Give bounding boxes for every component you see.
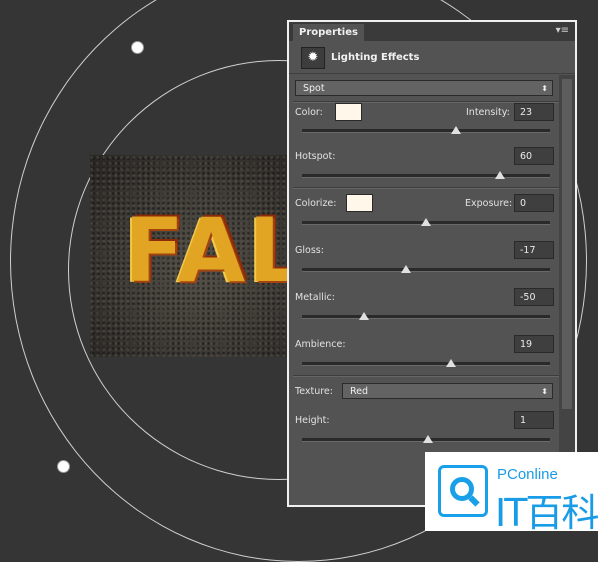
light-handle-top[interactable] bbox=[131, 41, 144, 54]
colorize-swatch[interactable] bbox=[346, 194, 373, 212]
panel-menu-icon[interactable]: ▾≡ bbox=[556, 25, 569, 36]
height-slider-thumb[interactable] bbox=[423, 435, 434, 443]
texture-label: Texture: bbox=[295, 386, 333, 397]
hotspot-slider-thumb[interactable] bbox=[495, 171, 506, 179]
ambience-slider-thumb[interactable] bbox=[445, 359, 456, 367]
panel-title-row: ✹ Lighting Effects bbox=[289, 43, 575, 74]
hotspot-slider[interactable] bbox=[302, 171, 550, 179]
texture-value: Red bbox=[350, 386, 369, 397]
magnifier-handle bbox=[468, 495, 480, 507]
metallic-input[interactable]: -50 bbox=[514, 288, 554, 306]
texture-select[interactable]: Red ⬍ bbox=[342, 383, 553, 399]
exposure-slider-thumb[interactable] bbox=[421, 218, 431, 226]
ambience-slider[interactable] bbox=[302, 359, 550, 367]
metallic-label: Metallic: bbox=[295, 292, 335, 303]
exposure-slider[interactable] bbox=[302, 218, 550, 226]
select-arrow-icon: ⬍ bbox=[541, 387, 548, 396]
scrollbar-thumb[interactable] bbox=[562, 79, 572, 409]
gloss-slider-thumb[interactable] bbox=[401, 265, 412, 273]
panel-body: Spot ⬍ Color: Intensity: 23 Hotspot: 60 … bbox=[289, 75, 559, 505]
light-handle-bottom[interactable] bbox=[57, 460, 70, 473]
intensity-slider-thumb[interactable] bbox=[450, 126, 461, 134]
watermark-brand: PConline bbox=[497, 466, 558, 483]
divider bbox=[293, 187, 559, 189]
properties-panel: Properties ▾≡ ✹ Lighting Effects Spot ⬍ … bbox=[287, 20, 577, 507]
tab-properties[interactable]: Properties bbox=[293, 24, 364, 41]
gloss-label: Gloss: bbox=[295, 245, 324, 256]
canvas-photo: FAL bbox=[90, 155, 304, 357]
gloss-input[interactable]: -17 bbox=[514, 241, 554, 259]
ambience-label: Ambience: bbox=[295, 339, 346, 350]
intensity-slider[interactable] bbox=[302, 126, 550, 134]
exposure-label: Exposure: bbox=[465, 198, 513, 209]
photo-text: FAL bbox=[124, 199, 308, 302]
gloss-slider[interactable] bbox=[302, 265, 550, 273]
watermark-name: IT百科 bbox=[495, 491, 598, 535]
magnifier-logo-icon bbox=[438, 465, 488, 517]
divider bbox=[293, 375, 559, 377]
hotspot-input[interactable]: 60 bbox=[514, 147, 554, 165]
light-type-select[interactable]: Spot ⬍ bbox=[295, 80, 553, 96]
watermark-logo: PConline IT百科 bbox=[425, 452, 598, 535]
panel-scrollbar[interactable] bbox=[559, 75, 575, 505]
ambience-input[interactable]: 19 bbox=[514, 335, 554, 353]
metallic-slider-thumb[interactable] bbox=[359, 312, 369, 320]
lightbulb-icon: ✹ bbox=[301, 47, 325, 69]
color-swatch[interactable] bbox=[335, 103, 362, 121]
color-label: Color: bbox=[295, 107, 323, 118]
metallic-slider[interactable] bbox=[302, 312, 550, 320]
colorize-label: Colorize: bbox=[295, 198, 337, 209]
panel-title: Lighting Effects bbox=[331, 52, 420, 63]
hotspot-label: Hotspot: bbox=[295, 151, 336, 162]
height-input[interactable]: 1 bbox=[514, 411, 554, 429]
select-arrow-icon: ⬍ bbox=[541, 84, 548, 93]
height-slider[interactable] bbox=[302, 435, 550, 443]
intensity-label: Intensity: bbox=[466, 107, 510, 118]
intensity-input[interactable]: 23 bbox=[514, 103, 554, 121]
height-label: Height: bbox=[295, 415, 330, 426]
exposure-input[interactable]: 0 bbox=[514, 194, 554, 212]
light-type-value: Spot bbox=[303, 83, 325, 94]
panel-header: Properties ▾≡ bbox=[289, 22, 575, 41]
